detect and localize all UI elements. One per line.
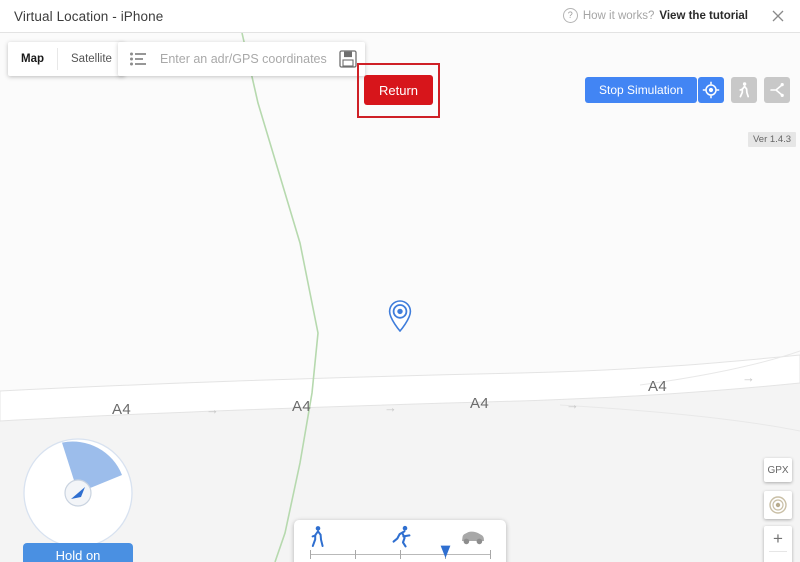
walking-person-icon[interactable] (731, 77, 757, 103)
road-direction-arrow: → (566, 397, 579, 412)
road-label: A4 (470, 395, 490, 412)
speed-mode-icons (294, 525, 506, 551)
question-mark-icon: ? (562, 8, 578, 23)
road-direction-arrow: → (206, 402, 219, 417)
zoom-controls[interactable]: + − (764, 526, 792, 562)
return-button[interactable]: Return (364, 75, 433, 105)
road-label: A4 (648, 378, 668, 395)
target-crosshair-icon[interactable] (698, 77, 724, 103)
version-badge: Ver 1.4.3 (748, 132, 797, 147)
stop-simulation-button[interactable]: Stop Simulation (585, 77, 698, 103)
walking-person-icon[interactable] (308, 525, 328, 554)
list-icon[interactable] (128, 49, 148, 69)
page-title: Virtual Location - iPhone (14, 9, 164, 24)
hold-on-button[interactable]: Hold on (23, 543, 133, 562)
gpx-button[interactable]: GPX (764, 458, 792, 482)
car-icon[interactable] (460, 527, 486, 552)
road-label: A4 (292, 398, 312, 415)
speed-control-panel[interactable]: Speed: 5.60m/s 20.16km/h (294, 520, 506, 562)
map-type-map-button[interactable]: Map (8, 42, 57, 76)
direction-joystick[interactable] (22, 437, 134, 549)
slider-tick (310, 550, 311, 559)
road-direction-arrow: → (384, 400, 397, 415)
virtual-location-app: Virtual Location - iPhone ? How it works… (0, 0, 800, 562)
help-question-text: How it works? (582, 9, 655, 22)
save-floppy-icon[interactable] (337, 42, 359, 76)
running-person-icon[interactable] (390, 525, 414, 554)
map-canvas[interactable]: A4 A4 A4 A4 → → → → Map Satellite Enter … (0, 33, 800, 562)
zoom-in-button[interactable]: + (764, 526, 792, 551)
close-icon[interactable] (770, 8, 786, 24)
road-label: A4 (112, 401, 132, 418)
view-tutorial-link[interactable]: View the tutorial (659, 10, 748, 22)
slider-tick (400, 550, 401, 559)
zoom-out-button[interactable]: − (764, 552, 792, 562)
speed-slider-handle[interactable] (440, 545, 451, 559)
title-bar: Virtual Location - iPhone ? How it works… (0, 0, 800, 33)
compass-icon[interactable] (764, 491, 792, 519)
map-type-toggle[interactable]: Map Satellite (8, 42, 125, 76)
road-direction-arrow: → (742, 370, 755, 385)
search-bar[interactable] (118, 42, 365, 76)
map-type-satellite-button[interactable]: Satellite (58, 42, 125, 76)
route-share-icon[interactable] (764, 77, 790, 103)
slider-tick (355, 550, 356, 559)
search-input[interactable] (158, 51, 337, 67)
help-area: ? How it works? View the tutorial (562, 8, 748, 23)
location-pin-icon[interactable] (388, 300, 412, 333)
slider-tick (490, 550, 491, 559)
